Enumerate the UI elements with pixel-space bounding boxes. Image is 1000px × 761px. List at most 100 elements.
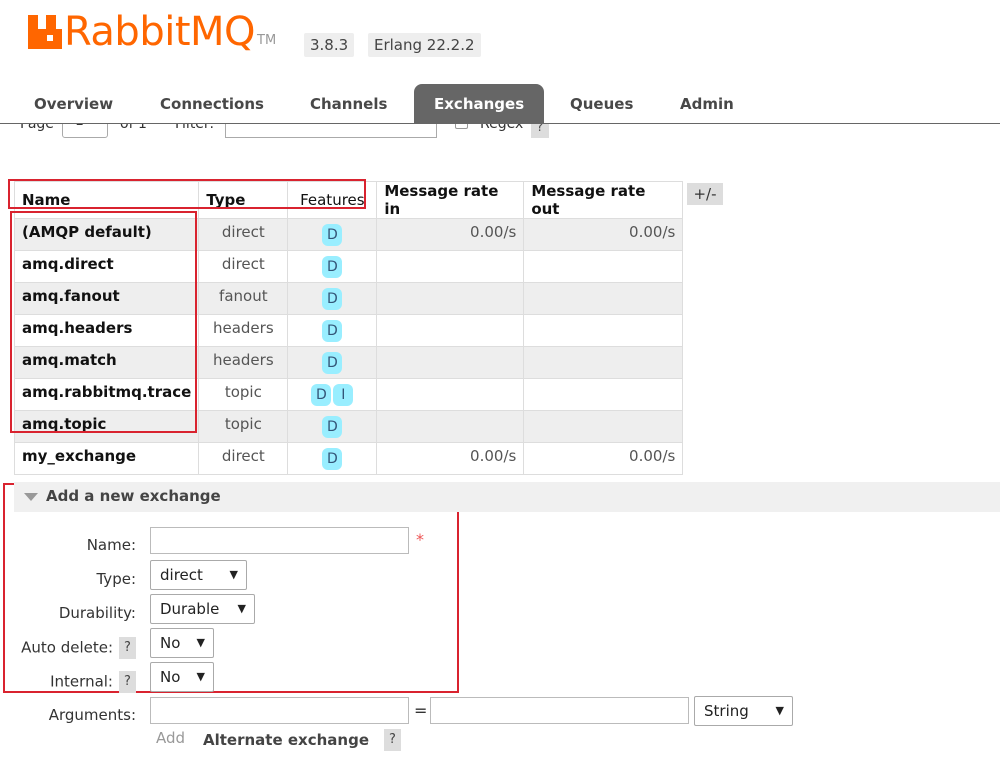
table-row: amq.fanout fanout D bbox=[13, 282, 684, 315]
dropdown-arrow-icon: ▼ bbox=[229, 568, 238, 581]
exchange-features: D bbox=[287, 250, 378, 283]
tab-admin[interactable]: Admin bbox=[660, 84, 754, 124]
regex-help-icon[interactable]: ? bbox=[531, 124, 549, 138]
exchange-type: direct bbox=[198, 250, 289, 283]
exchange-name-input[interactable] bbox=[150, 527, 409, 554]
arguments-label: Arguments: bbox=[48, 706, 136, 724]
table-row: my_exchange direct D 0.00/s 0.00/s bbox=[13, 442, 684, 475]
exchange-features: D bbox=[287, 346, 378, 379]
durable-badge: D bbox=[322, 415, 343, 438]
filter-label: Filter: bbox=[175, 124, 215, 132]
alternate-exchange-link[interactable]: Alternate exchange bbox=[203, 731, 369, 749]
add-exchange-section-toggle[interactable]: Add a new exchange bbox=[14, 482, 1000, 512]
internal-badge: I bbox=[333, 383, 354, 406]
column-rate-out[interactable]: Message rate out bbox=[523, 181, 684, 219]
rate-in-value bbox=[376, 378, 525, 411]
internal-value: No bbox=[160, 668, 181, 686]
exchange-type: headers bbox=[198, 314, 289, 347]
exchange-name-link[interactable]: amq.headers bbox=[13, 314, 200, 347]
tab-overview[interactable]: Overview bbox=[14, 84, 133, 124]
argument-key-input[interactable] bbox=[150, 697, 409, 724]
argument-value-input[interactable] bbox=[430, 697, 689, 724]
rate-out-value bbox=[523, 410, 684, 443]
exchange-type-select[interactable]: direct ▼ bbox=[150, 560, 247, 590]
add-argument-link[interactable]: Add bbox=[156, 729, 185, 747]
tab-channels[interactable]: Channels bbox=[290, 84, 407, 124]
rabbitmq-logo: RabbitMQ TM bbox=[28, 12, 276, 52]
tab-queues[interactable]: Queues bbox=[550, 84, 653, 124]
rate-out-value: 0.00/s bbox=[523, 442, 684, 475]
filter-input[interactable] bbox=[225, 124, 437, 138]
column-toggle-button[interactable]: +/- bbox=[687, 183, 723, 205]
rate-in-value bbox=[376, 250, 525, 283]
auto-delete-label: Auto delete: bbox=[21, 638, 113, 657]
exchange-features: DI bbox=[287, 378, 378, 411]
durable-badge: D bbox=[322, 447, 343, 470]
dropdown-arrow-icon: ▼ bbox=[237, 602, 246, 615]
auto-delete-label-group: Auto delete:? bbox=[21, 637, 136, 659]
table-row: amq.headers headers D bbox=[13, 314, 684, 347]
exchange-name-link[interactable]: (AMQP default) bbox=[13, 218, 200, 251]
pagination-bar: Page 1 of 1 Filter: Regex ? bbox=[0, 124, 1000, 140]
column-rate-in[interactable]: Message rate in bbox=[376, 181, 525, 219]
internal-select[interactable]: No ▼ bbox=[150, 662, 214, 692]
rate-in-value: 0.00/s bbox=[376, 218, 525, 251]
rate-out-value bbox=[523, 346, 684, 379]
column-name[interactable]: Name bbox=[13, 181, 200, 219]
exchange-type-value: direct bbox=[160, 566, 203, 584]
logo-trademark: TM bbox=[257, 33, 277, 48]
page-label: Page bbox=[20, 124, 54, 132]
internal-help-icon[interactable]: ? bbox=[119, 671, 136, 693]
durable-badge: D bbox=[322, 287, 343, 310]
exchange-name-link[interactable]: amq.fanout bbox=[13, 282, 200, 315]
exchange-name-link[interactable]: amq.direct bbox=[13, 250, 200, 283]
exchange-type: direct bbox=[198, 218, 289, 251]
page-select-value: 1 bbox=[75, 124, 84, 129]
column-type[interactable]: Type bbox=[198, 181, 289, 219]
alternate-exchange-help-icon[interactable]: ? bbox=[384, 729, 401, 751]
exchange-type: topic bbox=[198, 378, 289, 411]
auto-delete-help-icon[interactable]: ? bbox=[119, 637, 136, 659]
tab-exchanges[interactable]: Exchanges bbox=[414, 84, 545, 124]
page-select[interactable]: 1 bbox=[62, 124, 108, 138]
rate-in-value bbox=[376, 314, 525, 347]
exchange-features: D bbox=[287, 410, 378, 443]
durability-value: Durable bbox=[160, 600, 220, 618]
argument-type-select[interactable]: String ▼ bbox=[694, 696, 793, 726]
auto-delete-value: No bbox=[160, 634, 181, 652]
rate-in-value bbox=[376, 282, 525, 315]
exchange-name-link[interactable]: amq.topic bbox=[13, 410, 200, 443]
table-row: (AMQP default) direct D 0.00/s 0.00/s bbox=[13, 218, 684, 251]
durable-badge: D bbox=[322, 223, 343, 246]
table-row: amq.match headers D bbox=[13, 346, 684, 379]
required-mark: * bbox=[416, 530, 424, 549]
internal-label-group: Internal:? bbox=[50, 671, 136, 693]
dropdown-arrow-icon: ▼ bbox=[775, 704, 784, 717]
erlang-version-badge: Erlang 22.2.2 bbox=[368, 33, 481, 57]
exchange-features: D bbox=[287, 442, 378, 475]
internal-label: Internal: bbox=[50, 672, 113, 691]
tab-connections[interactable]: Connections bbox=[140, 84, 284, 124]
durable-badge: D bbox=[322, 319, 343, 342]
exchange-features: D bbox=[287, 282, 378, 315]
rate-in-value bbox=[376, 346, 525, 379]
exchange-type: topic bbox=[198, 410, 289, 443]
exchange-name-link[interactable]: my_exchange bbox=[13, 442, 200, 475]
durability-select[interactable]: Durable ▼ bbox=[150, 594, 255, 624]
rate-in-value: 0.00/s bbox=[376, 442, 525, 475]
logo-text: RabbitMQ bbox=[64, 9, 256, 55]
auto-delete-select[interactable]: No ▼ bbox=[150, 628, 214, 658]
dropdown-arrow-icon: ▼ bbox=[196, 670, 205, 683]
rate-out-value bbox=[523, 282, 684, 315]
rate-out-value: 0.00/s bbox=[523, 218, 684, 251]
durable-badge: D bbox=[311, 383, 332, 406]
table-row: amq.rabbitmq.trace topic DI bbox=[13, 378, 684, 411]
regex-checkbox[interactable] bbox=[455, 124, 468, 129]
exchange-name-link[interactable]: amq.rabbitmq.trace bbox=[13, 378, 200, 411]
type-label: Type: bbox=[96, 570, 136, 588]
rate-out-value bbox=[523, 250, 684, 283]
dropdown-arrow-icon: ▼ bbox=[196, 636, 205, 649]
exchange-name-link[interactable]: amq.match bbox=[13, 346, 200, 379]
rate-in-value bbox=[376, 410, 525, 443]
arguments-equals: = bbox=[414, 701, 428, 720]
